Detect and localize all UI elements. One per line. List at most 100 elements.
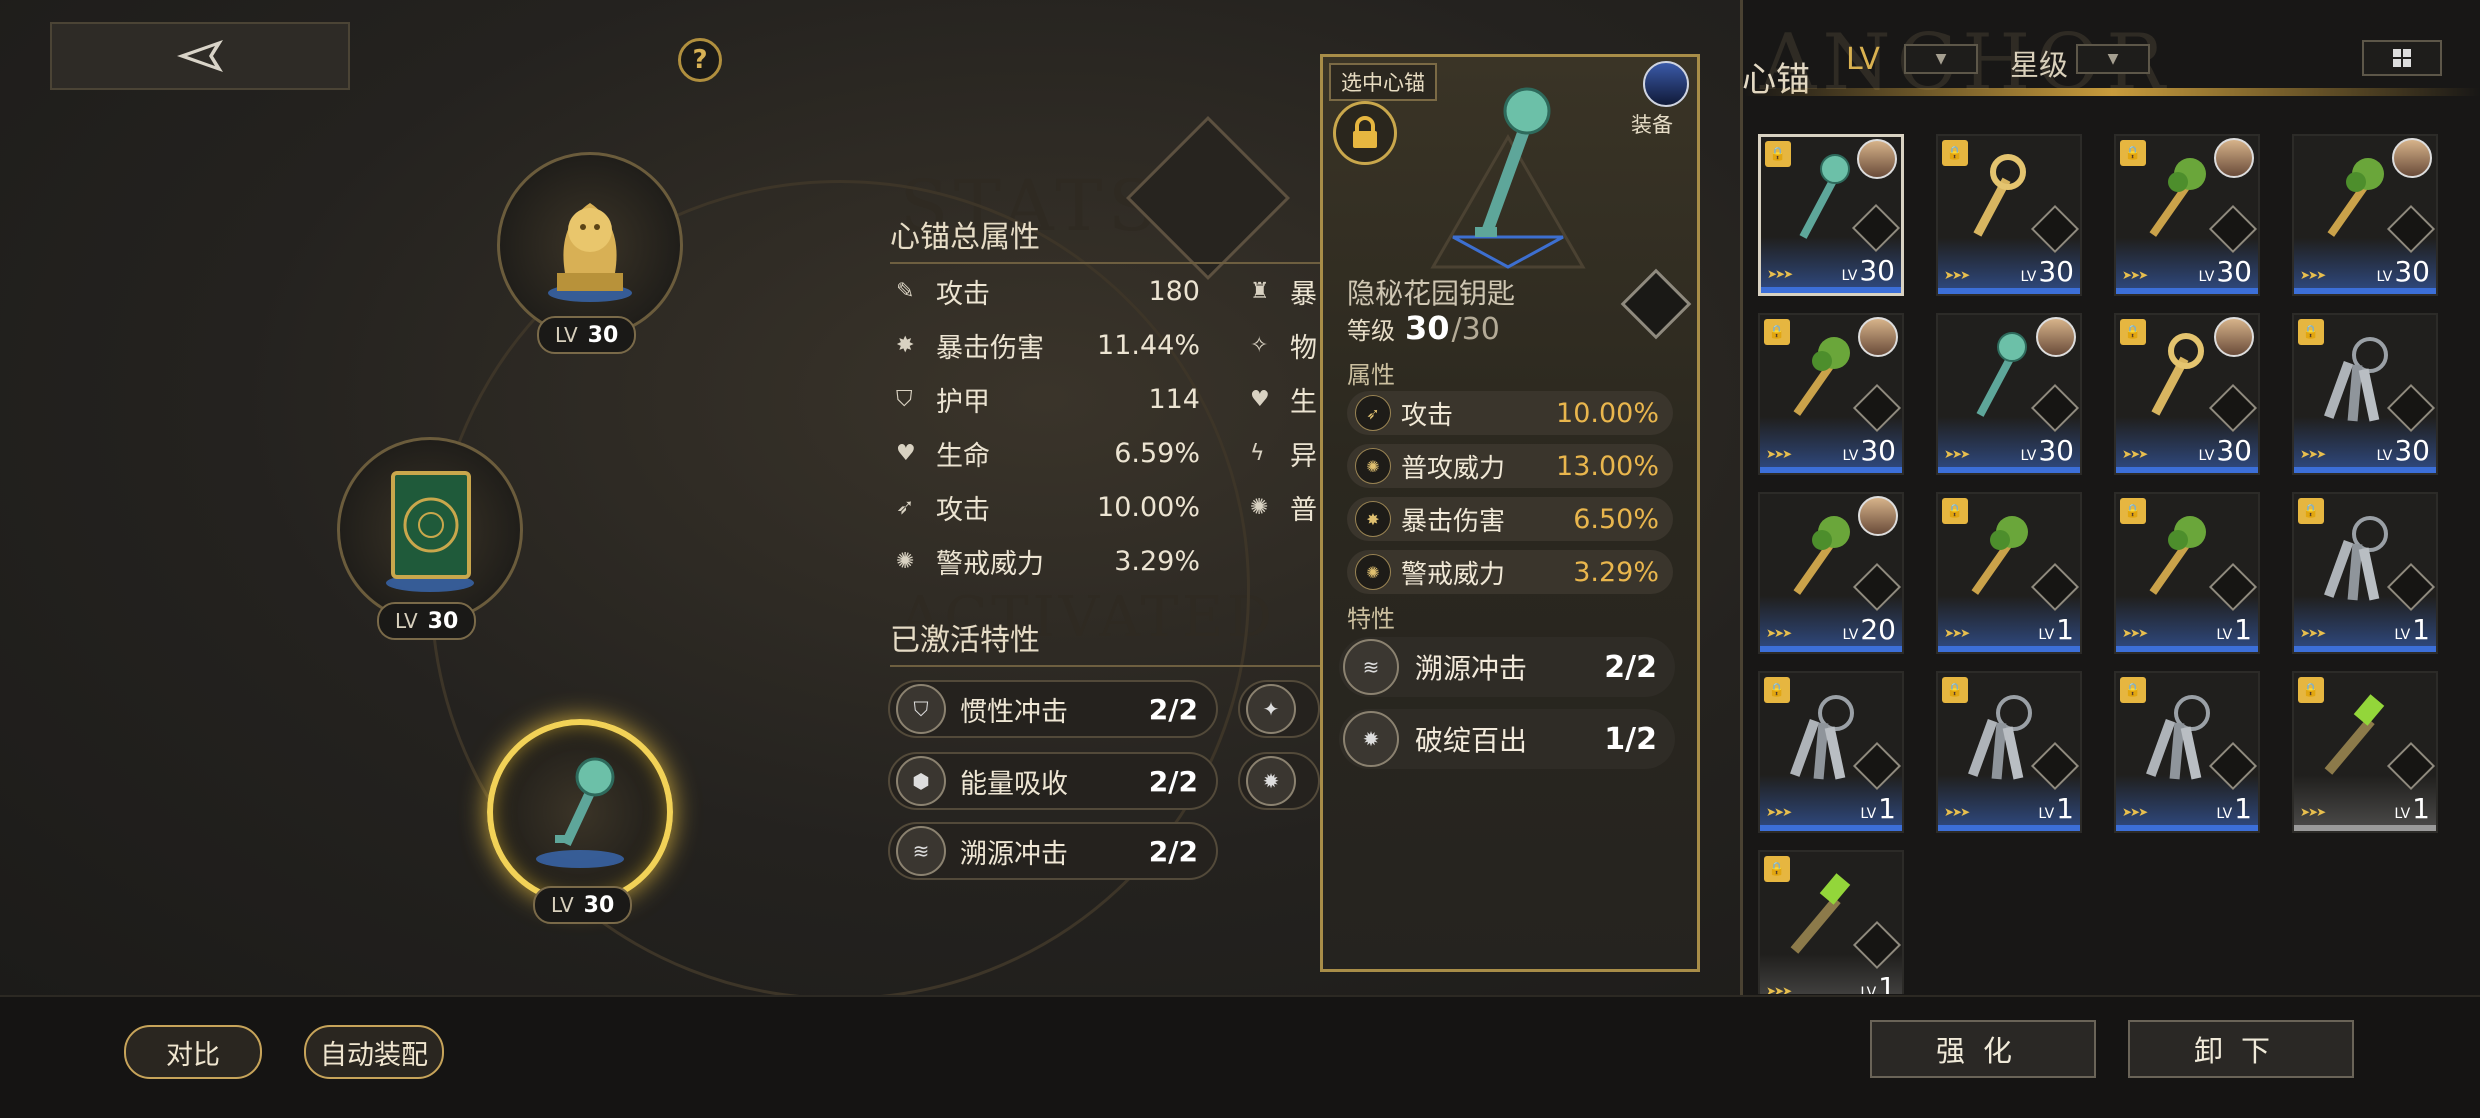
anchor-card[interactable]: 🔒 ➤➤➤ LV1 bbox=[1758, 850, 1904, 994]
help-icon: ? bbox=[692, 45, 708, 75]
lv-label: LV bbox=[2020, 269, 2037, 285]
chevron-down-icon: ▼ bbox=[2107, 51, 2119, 67]
character-avatar bbox=[1858, 496, 1898, 536]
lock-icon: 🔒 bbox=[2298, 677, 2324, 703]
star-rank-icon: ➤➤➤ bbox=[2300, 626, 2326, 640]
gear-icon: ✺ bbox=[1355, 448, 1391, 484]
anchor-card[interactable]: 🔒 ➤➤➤ LV30 bbox=[1936, 134, 2082, 296]
lv-value: 1 bbox=[2234, 613, 2252, 646]
compare-button[interactable]: 对比 bbox=[124, 1025, 262, 1079]
sort-star-dropdown[interactable]: ▼ bbox=[2076, 44, 2150, 74]
anchor-card[interactable]: 🔒 ➤➤➤ LV1 bbox=[1758, 671, 1904, 833]
anchor-card[interactable]: 🔒 ➤➤➤ LV30 bbox=[1758, 313, 1904, 475]
trait-inertia-impact[interactable]: ⛉ 惯性冲击 2/2 bbox=[888, 680, 1218, 738]
grid-view-button[interactable] bbox=[2362, 40, 2442, 76]
enhance-button[interactable]: 强化 bbox=[1870, 1020, 2096, 1078]
trait-origin-impact[interactable]: ≋ 溯源冲击 2/2 bbox=[888, 822, 1218, 880]
rarity-bar bbox=[2116, 825, 2258, 831]
anchor-card[interactable]: 🔒 ➤➤➤ LV1 bbox=[2292, 671, 2438, 833]
anchor-slot-3-selected[interactable] bbox=[487, 719, 673, 905]
stat-name: 异 bbox=[1290, 440, 1317, 472]
sort-star-label: 星级 bbox=[2010, 48, 2069, 82]
card-level: LV1 bbox=[1860, 971, 1896, 994]
anchor-card[interactable]: 🔒 ➤➤➤ LV30 bbox=[2292, 313, 2438, 475]
anchor-card[interactable]: 🔒 ➤➤➤ LV1 bbox=[2114, 671, 2260, 833]
lock-icon: 🔒 bbox=[1942, 677, 1968, 703]
stat-value: 6.59% bbox=[1114, 437, 1200, 469]
attr-value: 13.00% bbox=[1556, 450, 1659, 482]
attr-name: 暴击伤害 bbox=[1401, 506, 1506, 537]
stat-row-cut: ♥ 生 bbox=[1250, 372, 1320, 426]
stat-name: 暴 bbox=[1290, 278, 1317, 310]
stat-row-alert: ✺ 警戒威力 3.29% bbox=[896, 534, 1200, 588]
card-level: LV1 bbox=[2216, 613, 2252, 646]
card-level: LV1 bbox=[1860, 792, 1896, 825]
anchor-card[interactable]: 🔒 ➤➤➤ LV1 bbox=[2292, 492, 2438, 654]
anchor-card[interactable]: 🔒 ➤➤➤ LV30 bbox=[1758, 134, 1904, 296]
attr-attack: ➶ 攻击 10.00% bbox=[1347, 391, 1673, 435]
anchor-card[interactable]: 🔒 ➤➤➤ LV30 bbox=[2114, 134, 2260, 296]
rarity-bar bbox=[2294, 467, 2436, 473]
trait-name: 溯源冲击 bbox=[960, 838, 1068, 870]
lv-label: LV bbox=[1842, 627, 1859, 643]
anchor-slot-2[interactable] bbox=[337, 437, 523, 623]
attr-value: 10.00% bbox=[1556, 397, 1659, 429]
stat-row-cut: ϟ异 bbox=[1250, 426, 1320, 480]
burst-trait-icon: ✹ bbox=[1246, 756, 1296, 806]
heart-icon: ♥ bbox=[1250, 386, 1270, 412]
star-rank-icon: ➤➤➤ bbox=[1766, 984, 1792, 994]
card-level: LV1 bbox=[2038, 792, 2074, 825]
selected-anchor-panel: 选中心锚 装备 隐秘花园钥匙 等级 30/30 属性 ➶ 攻击 10.00% ✺ 普攻… bbox=[1320, 54, 1700, 972]
trait-name: 惯性冲击 bbox=[960, 696, 1068, 728]
rarity-bar bbox=[2116, 288, 2258, 294]
rarity-bar bbox=[1760, 646, 1902, 652]
anchor-slot-1[interactable] bbox=[497, 152, 683, 338]
anchor-card[interactable]: 🔒 ➤➤➤ LV1 bbox=[1936, 492, 2082, 654]
stats-list-right-cut: ♜ 暴 ✧ 物 ♥ 生 ϟ异 ✺ 普 bbox=[1250, 264, 1320, 534]
lv-value: 1 bbox=[2412, 613, 2430, 646]
character-avatar bbox=[1857, 139, 1897, 179]
lv-value: 30 bbox=[2394, 255, 2430, 288]
attr-normal-attack: ✺ 普攻威力 13.00% bbox=[1347, 444, 1673, 488]
anchor-card[interactable]: ➤➤➤ LV20 bbox=[1758, 492, 1904, 654]
lock-icon: 🔒 bbox=[1764, 677, 1790, 703]
back-arrow-icon bbox=[177, 40, 223, 72]
item-name: 隐秘花园钥匙 bbox=[1347, 277, 1516, 310]
rarity-bar bbox=[2116, 467, 2258, 473]
anchor-card[interactable]: ➤➤➤ LV30 bbox=[1936, 313, 2082, 475]
back-button[interactable] bbox=[50, 22, 350, 90]
lv-value: 30 bbox=[2216, 255, 2252, 288]
card-level: LV30 bbox=[2021, 255, 2074, 288]
detail-trait-flaws[interactable]: ✹ 破绽百出 1/2 bbox=[1339, 709, 1675, 769]
star-rank-icon: ➤➤➤ bbox=[1944, 805, 1970, 819]
auto-equip-button[interactable]: 自动装配 bbox=[304, 1025, 444, 1079]
trait-partial-4[interactable]: ✦ bbox=[1238, 680, 1320, 738]
lock-icon: 🔒 bbox=[2120, 319, 2146, 345]
star-rank-icon: ➤➤➤ bbox=[1944, 447, 1970, 461]
anchor-card[interactable]: 🔒 ➤➤➤ LV1 bbox=[1936, 671, 2082, 833]
lv-label: LV bbox=[1860, 985, 1877, 994]
lv-value: 30 bbox=[583, 892, 615, 918]
sort-lv-dropdown[interactable]: ▼ bbox=[1904, 44, 1978, 74]
stat-name: 攻击 bbox=[936, 494, 990, 526]
grid-icon bbox=[2393, 49, 2411, 67]
lv-label: LV bbox=[2376, 269, 2393, 285]
rarity-bar bbox=[2294, 288, 2436, 294]
star-rank-icon: ➤➤➤ bbox=[2300, 805, 2326, 819]
lv-value: 20 bbox=[1860, 613, 1896, 646]
anchor-card[interactable]: 🔒 ➤➤➤ LV30 bbox=[2114, 313, 2260, 475]
help-button[interactable]: ? bbox=[678, 38, 722, 82]
selected-tag: 选中心锚 bbox=[1329, 63, 1437, 101]
card-level: LV1 bbox=[2038, 613, 2074, 646]
anchor-card[interactable]: ➤➤➤ LV30 bbox=[2292, 134, 2438, 296]
lv-value: 1 bbox=[2056, 613, 2074, 646]
lv-label: LV bbox=[2394, 806, 2411, 822]
anchor-card[interactable]: 🔒 ➤➤➤ LV1 bbox=[2114, 492, 2260, 654]
trait-energy-absorb[interactable]: ⬢ 能量吸收 2/2 bbox=[888, 752, 1218, 810]
star-rank-icon: ➤➤➤ bbox=[1944, 626, 1970, 640]
detail-trait-origin-impact[interactable]: ≋ 溯源冲击 2/2 bbox=[1339, 637, 1675, 697]
lv-value: 30 bbox=[2038, 255, 2074, 288]
unequip-button[interactable]: 卸下 bbox=[2128, 1020, 2354, 1078]
lock-toggle[interactable] bbox=[1333, 101, 1397, 165]
trait-partial-5[interactable]: ✹ bbox=[1238, 752, 1320, 810]
